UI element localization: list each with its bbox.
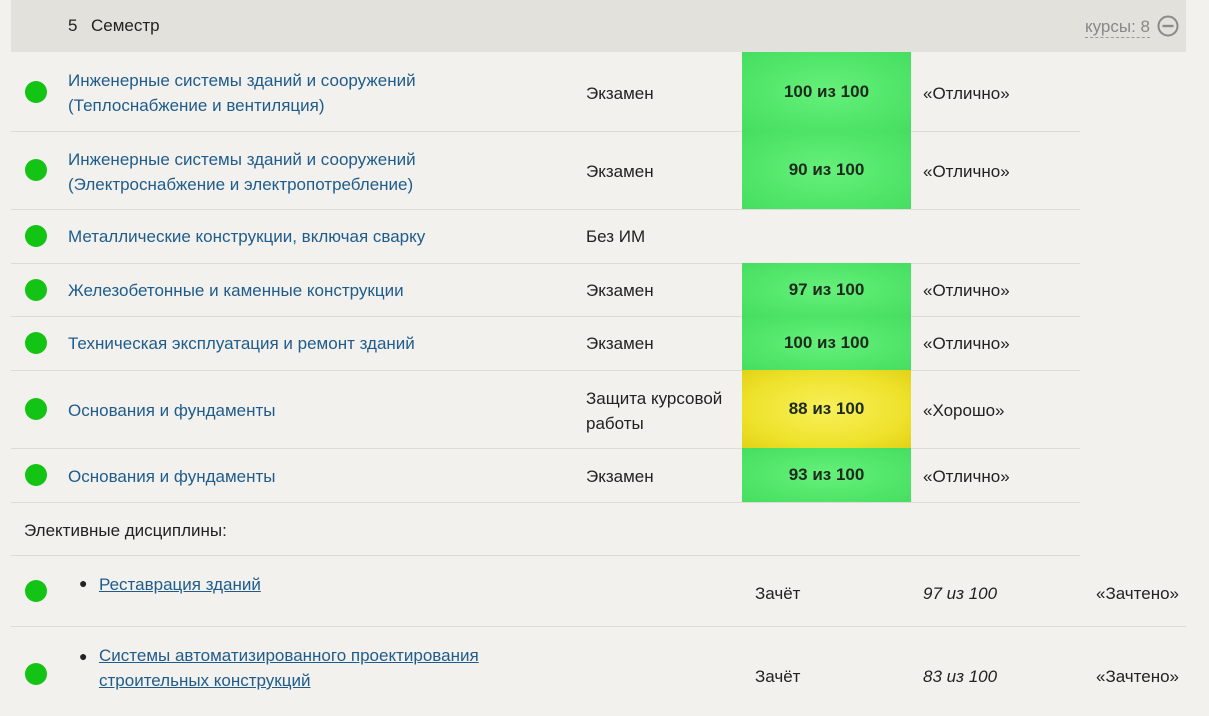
grade-text: «Отлично»	[923, 467, 1010, 486]
course-name-link[interactable]: Железобетонные и каменные конструкции	[68, 278, 404, 303]
score-cell: 100 из 100	[742, 316, 911, 370]
status-dot-icon	[25, 663, 47, 685]
score-cell: 88 из 100	[742, 370, 911, 448]
score-cell: 97 из 100	[742, 263, 911, 316]
elective-name-link[interactable]: Реставрация зданий	[99, 572, 261, 597]
course-row: Основания и фундаменты Защита курсовой р…	[11, 370, 1080, 449]
control-type: Экзамен	[586, 84, 654, 103]
grade-text: «Отлично»	[923, 84, 1010, 103]
control-type: Экзамен	[586, 281, 654, 300]
course-row: Техническая эксплуатация и ремонт зданий…	[11, 316, 1080, 371]
course-row: Инженерные системы зданий и сооружений (…	[11, 52, 1080, 132]
course-row: Металлические конструкции, включая сварк…	[11, 209, 1080, 264]
status-dot-icon	[25, 225, 47, 247]
minus-circle-icon[interactable]	[1157, 15, 1179, 37]
status-dot-icon	[25, 464, 47, 486]
course-name-link[interactable]: Техническая эксплуатация и ремонт зданий	[68, 331, 415, 356]
control-type: Зачёт	[755, 584, 801, 603]
status-dot-icon	[25, 332, 47, 354]
control-type: Защита курсовой работы	[586, 389, 723, 433]
course-row: Основания и фундаменты Экзамен 93 из 100…	[11, 448, 1080, 503]
control-type: Экзамен	[586, 334, 654, 353]
score-cell: 93 из 100	[742, 448, 911, 502]
semester-title: Семестр	[91, 16, 160, 35]
elective-row: ● Реставрация зданий Зачёт 97 из 100 «За…	[11, 556, 1186, 627]
course-name-link[interactable]: Инженерные системы зданий и сооружений (…	[68, 147, 416, 197]
course-name-link[interactable]: Металлические конструкции, включая сварк…	[68, 224, 425, 249]
control-type: Экзамен	[586, 162, 654, 181]
status-dot-icon	[25, 580, 47, 602]
electives-heading: Элективные дисциплины:	[24, 521, 227, 540]
control-type: Зачёт	[755, 667, 801, 686]
status-dot-icon	[25, 81, 47, 103]
semester-number: 5	[68, 16, 78, 35]
course-row: Инженерные системы зданий и сооружений (…	[11, 131, 1080, 210]
course-row: Железобетонные и каменные конструкции Эк…	[11, 263, 1080, 317]
score-text: 97 из 100	[923, 584, 998, 603]
score-cell: 90 из 100	[742, 131, 911, 209]
elective-name-link[interactable]: Системы автоматизированного проектирован…	[99, 643, 479, 693]
control-type: Экзамен	[586, 467, 654, 486]
status-dot-icon	[25, 398, 47, 420]
bullet-icon: ●	[79, 648, 88, 664]
score-text: 83 из 100	[923, 667, 998, 686]
grade-text: «Отлично»	[923, 334, 1010, 353]
elective-row: ● Системы автоматизированного проектиров…	[11, 627, 1186, 716]
grade-text: «Хорошо»	[923, 401, 1005, 420]
status-dot-icon	[25, 279, 47, 301]
course-name-link[interactable]: Основания и фундаменты	[68, 398, 276, 423]
course-name-link[interactable]: Основания и фундаменты	[68, 464, 276, 489]
grade-text: «Отлично»	[923, 281, 1010, 300]
semester-header: 5 Семестр курсы: 8	[11, 0, 1186, 52]
bullet-icon: ●	[79, 575, 88, 591]
course-name-link[interactable]: Инженерные системы зданий и сооружений (…	[68, 68, 416, 118]
grade-text: «Зачтено»	[1096, 667, 1180, 686]
score-cell: 100 из 100	[742, 52, 911, 131]
grade-text: «Отлично»	[923, 162, 1010, 181]
grade-text: «Зачтено»	[1096, 584, 1180, 603]
status-dot-icon	[25, 159, 47, 181]
control-type: Без ИМ	[586, 227, 646, 246]
courses-count-link[interactable]: курсы: 8	[1084, 17, 1150, 38]
